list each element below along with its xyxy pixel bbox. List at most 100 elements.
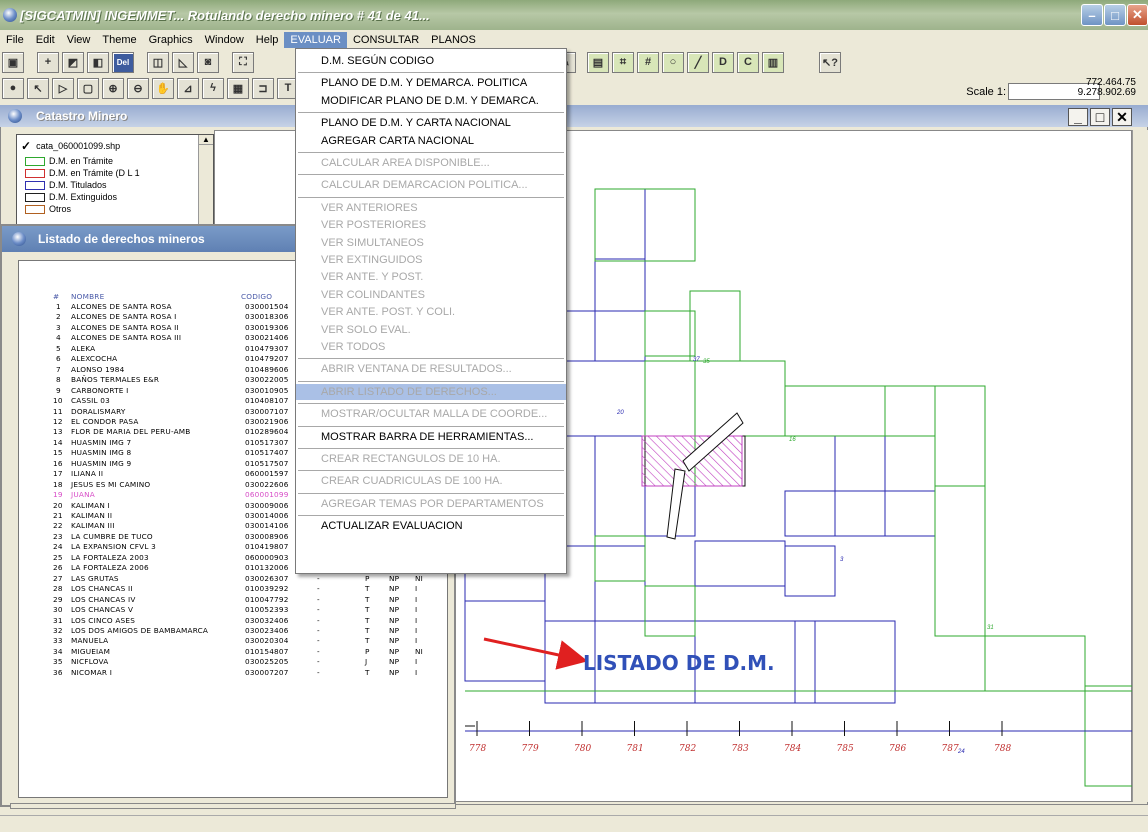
measure-icon[interactable]: ⊿ xyxy=(177,77,199,99)
menu-theme[interactable]: Theme xyxy=(96,32,142,48)
cell-nombre: KALIMAN I xyxy=(71,500,110,510)
save-icon[interactable]: ▣ xyxy=(2,51,24,73)
menu-separator xyxy=(298,515,564,517)
zoom-out-icon[interactable]: ⊖ xyxy=(127,77,149,99)
cell-num: 3 xyxy=(56,322,61,332)
open-table-icon[interactable]: ◫ xyxy=(147,51,169,73)
locate-icon[interactable]: ◙ xyxy=(197,51,219,73)
menu-item[interactable]: CALCULAR DEMARCACION POLITICA... xyxy=(296,177,566,193)
menu-item[interactable]: VER TODOS xyxy=(296,339,566,355)
pan-icon[interactable]: ✋ xyxy=(152,77,174,99)
menu-item[interactable]: VER SOLO EVAL. xyxy=(296,322,566,338)
help-pointer-icon[interactable]: ↖? xyxy=(819,51,841,73)
menu-item[interactable]: ABRIR VENTANA DE RESULTADOS... xyxy=(296,361,566,377)
label-icon[interactable]: ⊐ xyxy=(252,77,274,99)
menu-help[interactable]: Help xyxy=(250,32,285,48)
cell-nombre: LOS CHANCAS IV xyxy=(71,594,136,604)
tool-line-icon[interactable]: ╱ xyxy=(687,51,709,73)
menu-bar: File Edit View Theme Graphics Window Help EVALU… xyxy=(0,31,1148,49)
vertex-icon[interactable]: ▷ xyxy=(52,77,74,99)
cell-c6: NP xyxy=(389,667,400,677)
menu-item[interactable]: D.M. SEGÚN CODIGO xyxy=(296,53,566,69)
list-horizontal-scrollbar[interactable] xyxy=(10,803,456,809)
cell-c5: T xyxy=(365,667,370,677)
menu-consultar[interactable]: CONSULTAR xyxy=(347,32,425,48)
map-parcel-titled xyxy=(884,490,936,537)
map-grid-label: 31 xyxy=(987,625,994,631)
tool-stats-icon[interactable]: ▥ xyxy=(762,51,784,73)
menu-item[interactable]: MOSTRAR BARRA DE HERRAMIENTAS... xyxy=(296,429,566,445)
theme-properties-icon[interactable]: ◩ xyxy=(62,51,84,73)
menu-item[interactable]: VER ANTERIORES xyxy=(296,200,566,216)
close-button[interactable]: ✕ xyxy=(1127,4,1148,26)
find-icon[interactable]: ⛶ xyxy=(232,51,254,73)
menu-view[interactable]: View xyxy=(61,32,97,48)
cell-c7: I xyxy=(415,667,418,677)
toc-scrollbar[interactable]: ▲ xyxy=(198,135,213,229)
menu-item[interactable]: AGREGAR TEMAS POR DEPARTAMENTOS xyxy=(296,496,566,512)
cell-c5: T xyxy=(365,625,370,635)
cell-codigo: 010154807 xyxy=(245,646,289,656)
delete-icon[interactable]: Del xyxy=(112,51,134,73)
menu-item[interactable]: CREAR RECTANGULOS DE 10 HA. xyxy=(296,451,566,467)
query-builder-icon[interactable]: ◺ xyxy=(172,51,194,73)
tool-grid-icon[interactable]: ⌗ xyxy=(612,51,634,73)
map-axis-label: 783 xyxy=(732,744,749,754)
menu-window[interactable]: Window xyxy=(199,32,250,48)
menu-separator xyxy=(298,425,564,427)
menu-item[interactable]: CREAR CUADRICULAS DE 100 HA. xyxy=(296,473,566,489)
tool-mesh-icon[interactable]: # xyxy=(637,51,659,73)
menu-item[interactable]: VER COLINDANTES xyxy=(296,287,566,303)
map-close-button[interactable]: ✕ xyxy=(1112,108,1132,126)
menu-item[interactable]: VER ANTE. Y POST. xyxy=(296,269,566,285)
menu-item[interactable]: ACTUALIZAR EVALUACION xyxy=(296,518,566,534)
cell-num: 12 xyxy=(53,416,63,426)
menu-item[interactable]: VER ANTE. POST. Y COLI. xyxy=(296,304,566,320)
minimize-button[interactable]: – xyxy=(1081,4,1103,26)
tool-a-icon[interactable]: ▤ xyxy=(587,51,609,73)
menu-graphics[interactable]: Graphics xyxy=(143,32,199,48)
menu-item[interactable]: MODIFICAR PLANO DE D.M. Y DEMARCA. xyxy=(296,93,566,109)
cell-num: 20 xyxy=(53,500,63,510)
map-vertical-scrollbar[interactable] xyxy=(1132,130,1148,802)
menu-item[interactable]: AGREGAR CARTA NACIONAL xyxy=(296,133,566,149)
maximize-button[interactable]: □ xyxy=(1104,4,1126,26)
tool-d-icon[interactable]: D xyxy=(712,51,734,73)
menu-item[interactable]: VER POSTERIORES xyxy=(296,217,566,233)
cell-nombre: NICOMAR I xyxy=(71,667,113,677)
cell-num: 18 xyxy=(53,479,63,489)
tool-c-icon[interactable]: C xyxy=(737,51,759,73)
menu-item[interactable]: VER EXTINGUIDOS xyxy=(296,252,566,268)
zoom-in-icon[interactable]: ⊕ xyxy=(102,77,124,99)
area-select-icon[interactable]: ▦ xyxy=(227,77,249,99)
edit-legend-icon[interactable]: ◧ xyxy=(87,51,109,73)
map-parcel-in-process xyxy=(984,635,1086,692)
map-minimize-button[interactable]: _ xyxy=(1068,108,1088,126)
map-parcel-in-process xyxy=(644,360,696,437)
menu-item[interactable]: PLANO DE D.M. Y DEMARCA. POLITICA xyxy=(296,75,566,91)
layer-visible-checkbox[interactable]: ✓ xyxy=(21,139,31,153)
menu-item[interactable]: ABRIR LISTADO DE DERECHOS... xyxy=(296,383,566,400)
menu-item[interactable]: PLANO DE D.M. Y CARTA NACIONAL xyxy=(296,115,566,131)
menu-edit[interactable]: Edit xyxy=(30,32,61,48)
cell-codigo: 030019306 xyxy=(245,322,289,332)
select-box-icon[interactable]: ▢ xyxy=(77,77,99,99)
tool-circle-icon[interactable]: ○ xyxy=(662,51,684,73)
map-axis-label: 785 xyxy=(837,744,854,754)
map-parcel-in-process xyxy=(644,585,696,637)
identify-icon[interactable]: ● xyxy=(2,77,24,99)
menu-evaluar[interactable]: EVALUAR xyxy=(284,32,347,48)
menu-file[interactable]: File xyxy=(0,32,30,48)
cell-c7: NI xyxy=(415,646,424,656)
menu-item[interactable]: VER SIMULTANEOS xyxy=(296,235,566,251)
map-maximize-button[interactable]: □ xyxy=(1090,108,1110,126)
hotlink-icon[interactable]: ϟ xyxy=(202,77,224,99)
cell-num: 7 xyxy=(56,364,61,374)
map-parcel-in-process xyxy=(934,485,986,637)
menu-item[interactable]: CALCULAR AREA DISPONIBLE... xyxy=(296,155,566,171)
cell-codigo: 010489606 xyxy=(245,364,289,374)
menu-planos[interactable]: PLANOS xyxy=(425,32,482,48)
pointer-icon[interactable]: ↖ xyxy=(27,77,49,99)
add-theme-icon[interactable]: + xyxy=(37,51,59,73)
menu-item[interactable]: MOSTRAR/OCULTAR MALLA DE COORDE... xyxy=(296,406,566,422)
